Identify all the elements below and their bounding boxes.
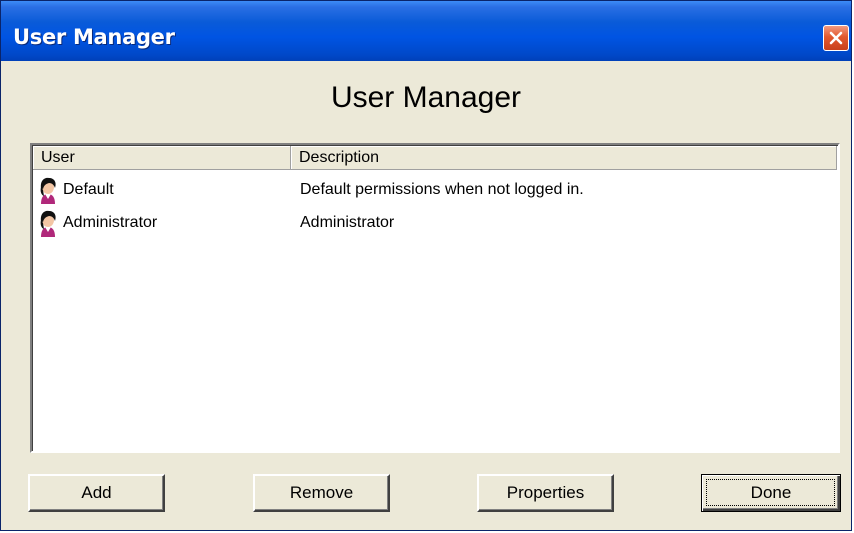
user-cell: Default	[33, 176, 291, 204]
user-manager-window: User Manager User Manager User Descripti…	[0, 0, 852, 531]
add-button[interactable]: Add	[28, 474, 165, 512]
properties-button[interactable]: Properties	[477, 474, 614, 512]
title-bar[interactable]: User Manager	[1, 1, 851, 61]
user-icon	[40, 177, 56, 204]
close-button[interactable]	[823, 25, 849, 51]
list-header: User Description	[33, 146, 837, 170]
done-button[interactable]: Done	[701, 474, 841, 512]
list-item[interactable]: Default Default permissions when not log…	[33, 173, 837, 206]
close-icon	[829, 31, 843, 45]
user-icon	[40, 210, 56, 237]
user-name: Administrator	[63, 213, 158, 231]
user-name: Default	[63, 180, 114, 198]
column-header-description[interactable]: Description	[291, 146, 837, 170]
dialog-heading: User Manager	[330, 81, 522, 114]
window-title: User Manager	[13, 25, 175, 49]
user-description: Administrator	[300, 213, 395, 231]
done-label: Done	[750, 483, 792, 502]
list-rows: Default Default permissions when not log…	[33, 173, 837, 239]
user-list[interactable]: User Description Default Default permiss…	[30, 143, 840, 453]
user-description: Default permissions when not logged in.	[300, 180, 584, 198]
user-cell: Administrator	[33, 209, 291, 237]
list-item[interactable]: Administrator Administrator	[33, 206, 837, 239]
column-header-user[interactable]: User	[33, 146, 291, 170]
remove-button[interactable]: Remove	[253, 474, 390, 512]
